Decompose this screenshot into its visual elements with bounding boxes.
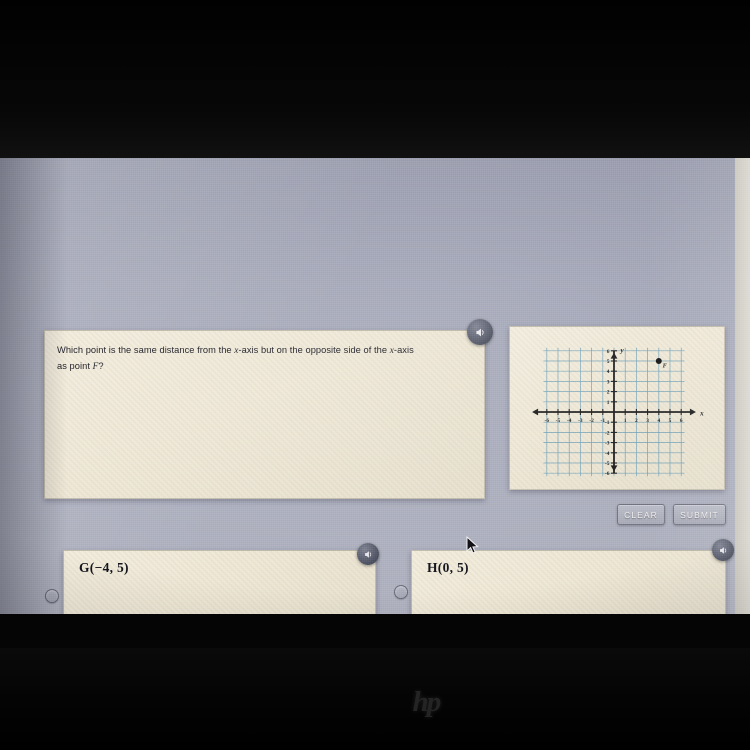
x-axis-label: x bbox=[699, 410, 704, 418]
answer-option-label-0: G(−4, 5) bbox=[79, 560, 129, 575]
question-text-part-3: -axis bbox=[393, 345, 414, 355]
desk-edge bbox=[735, 158, 750, 614]
x-tick-label: 2 bbox=[635, 418, 638, 424]
plotted-point-label: F bbox=[663, 363, 668, 370]
x-tick-label: -6 bbox=[545, 418, 550, 424]
x-axis-arrow-right bbox=[689, 408, 696, 416]
answer-option-card-1[interactable]: H(0, 5) bbox=[411, 550, 726, 614]
axes bbox=[532, 350, 696, 474]
laptop-photo: Which point is the same distance from th… bbox=[0, 0, 750, 750]
answer-option-card-0[interactable]: G(−4, 5) bbox=[63, 550, 376, 614]
y-tick-label: 1 bbox=[607, 400, 610, 406]
x-tick-label: 4 bbox=[657, 418, 660, 424]
y-axis-arrow-down bbox=[610, 465, 618, 472]
laptop-bezel-bottom bbox=[0, 648, 750, 750]
question-text-part-2: -axis but on the opposite side of the bbox=[238, 345, 390, 355]
chromebook-screen: Which point is the same distance from th… bbox=[0, 158, 750, 614]
submit-button[interactable]: SUBMIT bbox=[673, 504, 726, 525]
y-tick-label: 6 bbox=[607, 349, 610, 355]
y-tick-label: 4 bbox=[607, 369, 610, 375]
x-tick-label: 3 bbox=[646, 418, 649, 424]
x-tick-label: -2 bbox=[589, 418, 594, 424]
y-tick-label: -4 bbox=[605, 451, 610, 457]
question-card: Which point is the same distance from th… bbox=[44, 330, 485, 499]
question-text-part-1: Which point is the same distance from th… bbox=[57, 345, 235, 355]
question-text-part-5: ? bbox=[98, 361, 104, 371]
y-tick-label: -5 bbox=[605, 461, 610, 467]
y-tick-label: -3 bbox=[605, 441, 610, 447]
x-tick-label: 1 bbox=[624, 418, 627, 424]
coordinate-plane-graph: -6 -5 -4 -3 -2 -1 1 2 3 4 5 6-6-5-4-3-2-1123456xy F bbox=[532, 347, 704, 477]
answer-option-label-1: H(0, 5) bbox=[427, 560, 469, 575]
x-tick-label: 6 bbox=[680, 418, 683, 424]
laptop-bezel-top bbox=[0, 0, 750, 158]
hp-logo: hp bbox=[412, 685, 442, 718]
y-tick-label: 2 bbox=[607, 390, 610, 396]
plotted-points: F bbox=[655, 358, 668, 370]
answer-speaker-button-1[interactable] bbox=[712, 539, 734, 561]
y-tick-label: 3 bbox=[607, 379, 610, 385]
y-tick-label: -6 bbox=[605, 471, 610, 477]
question-text-part-4: as point bbox=[57, 361, 93, 371]
y-tick-label: 5 bbox=[607, 359, 610, 365]
speaker-icon bbox=[364, 550, 371, 558]
clear-button[interactable]: CLEAR bbox=[617, 504, 665, 525]
y-axis-arrow-up bbox=[610, 352, 618, 359]
x-tick-label: 5 bbox=[669, 418, 672, 424]
answer-speaker-button-0[interactable] bbox=[357, 543, 379, 565]
question-speaker-button[interactable] bbox=[467, 319, 493, 345]
x-tick-label: -4 bbox=[567, 418, 572, 424]
y-tick-label: -1 bbox=[605, 420, 610, 426]
x-axis-arrow-left bbox=[532, 408, 539, 416]
x-tick-label: -5 bbox=[556, 418, 561, 424]
speaker-icon bbox=[719, 546, 726, 554]
y-tick-label: -2 bbox=[605, 430, 610, 436]
answer-radio-0[interactable] bbox=[45, 589, 59, 603]
plotted-point bbox=[655, 358, 662, 364]
coordinate-graph-card: -6 -5 -4 -3 -2 -1 1 2 3 4 5 6 -6 -5 -4 -3 -2 -1 1 2 3 4 5 6 x y F bbox=[509, 326, 725, 490]
answer-radio-1[interactable] bbox=[394, 585, 408, 599]
x-tick-label: -3 bbox=[578, 418, 583, 424]
speaker-icon bbox=[475, 328, 484, 336]
question-text: Which point is the same distance from th… bbox=[57, 343, 475, 375]
